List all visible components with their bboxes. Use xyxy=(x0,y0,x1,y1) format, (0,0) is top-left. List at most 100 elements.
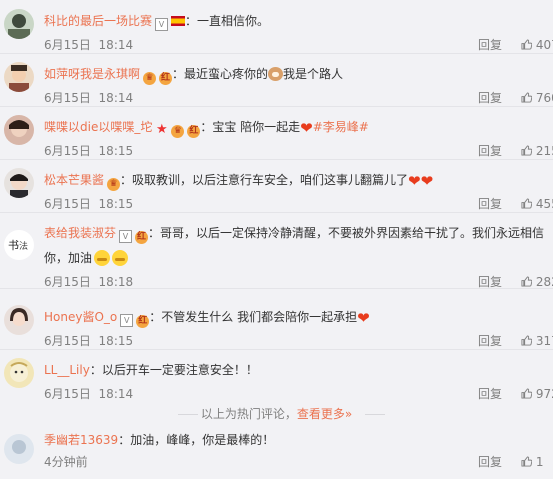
comment-date: 6月15日 xyxy=(44,387,91,401)
comment-text: ：加油，峰峰，你是最棒的！ xyxy=(118,433,275,447)
comment-date: 6月15日 xyxy=(44,38,91,52)
star-icon: ★ xyxy=(156,122,168,137)
username[interactable]: 喋喋以die以喋喋_坨 xyxy=(44,120,152,134)
member-level-icon: ♛ xyxy=(107,178,121,191)
avatar[interactable] xyxy=(4,168,34,198)
heart-emoji: ❤ xyxy=(420,172,434,190)
sweat-emoji xyxy=(94,250,111,266)
like-button[interactable]: 760 xyxy=(521,90,553,106)
hashtag-link[interactable]: #李易峰# xyxy=(313,120,369,134)
username[interactable]: Honey酱O_o xyxy=(44,310,117,324)
username[interactable]: 松本芒果酱 xyxy=(44,173,104,187)
thumb-up-icon xyxy=(521,335,532,346)
like-count: 455 xyxy=(535,197,553,211)
reply-button[interactable]: 回复 xyxy=(478,274,502,290)
divider xyxy=(365,414,385,415)
comment-item: Honey酱O_o V 红：不管发生什么 我们都会陪你一起承担❤ 6月15日 18:… xyxy=(0,296,553,350)
svg-text:书: 书 xyxy=(8,239,19,252)
comment-text-continued: 我是个路人 xyxy=(283,67,344,81)
like-button[interactable]: 282 xyxy=(521,274,553,290)
like-button[interactable]: 317 xyxy=(521,333,553,349)
comment-time: 18:18 xyxy=(98,275,134,289)
username[interactable]: 如萍呀我是永琪啊 xyxy=(44,67,140,81)
username[interactable]: 表给我装淑芬 xyxy=(44,226,116,240)
thumb-up-icon xyxy=(521,198,532,209)
comment-item: 季幽若13639：加油，峰峰，你是最棒的！ 4分钟前 回复 1 xyxy=(0,426,553,479)
comment-text: ：吸取教训，以后注意行车安全，咱们这事儿翻篇儿了 xyxy=(120,173,409,187)
verified-icon: V xyxy=(120,314,134,327)
heart-emoji: ❤ xyxy=(357,309,370,327)
like-button[interactable]: 407 xyxy=(521,37,553,53)
username[interactable]: LL__Lily xyxy=(44,363,90,377)
thumb-up-icon xyxy=(521,92,532,103)
reply-button[interactable]: 回复 xyxy=(478,90,502,106)
username[interactable]: 科比的最后一场比赛 xyxy=(44,14,152,28)
like-count: 317 xyxy=(535,334,553,348)
comment-date: 6月15日 xyxy=(44,197,91,211)
hot-comments-footer: 以上为热门评论，查看更多» xyxy=(0,402,553,426)
reply-button[interactable]: 回复 xyxy=(478,333,502,349)
username[interactable]: 季幽若13639 xyxy=(44,433,118,447)
comment-text-continued: 你，加油 xyxy=(44,251,93,265)
reply-button[interactable]: 回复 xyxy=(478,37,502,53)
comment-item: 书法 表给我装淑芬 V 红：哥哥，以后一定保持冷静清醒，不要被外界因素给干扰了。我们… xyxy=(0,212,553,289)
comment-time: 18:15 xyxy=(98,197,134,211)
like-count: 215 xyxy=(535,144,553,158)
avatar[interactable] xyxy=(4,358,34,388)
thumb-up-icon xyxy=(521,276,532,287)
hong-badge-icon: 红 xyxy=(135,231,149,244)
reply-button[interactable]: 回复 xyxy=(478,143,502,159)
hong-badge-icon: 红 xyxy=(136,315,150,328)
comment-text: ：宝宝 陪你一起走 xyxy=(200,120,301,134)
thumb-up-icon xyxy=(521,145,532,156)
comment-time: 18:14 xyxy=(98,387,134,401)
comment-text: ：不管发生什么 我们都会陪你一起承担 xyxy=(149,310,358,324)
avatar[interactable]: 书法 xyxy=(4,230,34,260)
avatar[interactable] xyxy=(4,9,34,39)
comment-time: 4分钟前 xyxy=(44,455,88,469)
heart-emoji: ❤ xyxy=(300,119,313,137)
divider xyxy=(178,414,198,415)
thumb-up-icon xyxy=(521,39,532,50)
heart-emoji: ❤ xyxy=(408,172,421,190)
spain-flag-icon xyxy=(171,16,186,26)
comment-text: ：一直相信你。 xyxy=(185,14,270,28)
verified-icon: V xyxy=(119,230,133,243)
comment-time: 18:15 xyxy=(98,144,134,158)
like-button[interactable]: 215 xyxy=(521,143,553,159)
like-count: 407 xyxy=(535,38,553,52)
like-count: 1 xyxy=(535,455,544,469)
comment-time: 18:14 xyxy=(98,38,134,52)
reply-button[interactable]: 回复 xyxy=(478,386,502,402)
comment-text: ：最近蛮心疼你的 xyxy=(172,67,269,81)
hong-badge-icon: 红 xyxy=(159,72,173,85)
comment-time: 18:14 xyxy=(98,91,134,105)
comment-item: LL__Lily：以后开车一定要注意安全！！ 6月15日 18:14 回复 97… xyxy=(0,349,553,402)
hot-comments-label: 以上为热门评论， xyxy=(200,407,297,421)
comment-date: 6月15日 xyxy=(44,275,91,289)
like-button[interactable]: 455 xyxy=(521,196,553,212)
sweat-emoji xyxy=(112,250,129,266)
comment-date: 6月15日 xyxy=(44,144,91,158)
view-more-link[interactable]: 查看更多» xyxy=(297,407,352,421)
member-level-icon: ♛ xyxy=(143,72,157,85)
avatar[interactable] xyxy=(4,434,34,464)
avatar[interactable] xyxy=(4,115,34,145)
svg-text:法: 法 xyxy=(19,240,28,252)
comment-text: ：哥哥，以后一定保持冷静清醒，不要被外界因素给干扰了。我们永远相信 xyxy=(148,226,545,240)
comment-text: ：以后开车一定要注意安全！！ xyxy=(89,363,258,377)
avatar[interactable] xyxy=(4,62,34,92)
like-button[interactable]: 1 xyxy=(521,454,543,470)
hong-badge-icon: 红 xyxy=(187,125,201,138)
dog-emoji xyxy=(268,67,284,81)
comment-item: 如萍呀我是永琪啊 ♛ 红：最近蛮心疼你的 我是个路人 6月15日 18:14 回复 7… xyxy=(0,53,553,107)
comment-item: 松本芒果酱 ♛ ：吸取教训，以后注意行车安全，咱们这事儿翻篇儿了❤❤ 6月15日 1… xyxy=(0,159,553,213)
thumb-up-icon xyxy=(521,388,532,399)
comment-item: 科比的最后一场比赛V ：一直相信你。 6月15日 18:14 回复 407 xyxy=(0,0,553,54)
comment-time: 18:15 xyxy=(98,334,134,348)
like-button[interactable]: 972 xyxy=(521,386,553,402)
like-count: 972 xyxy=(535,387,553,401)
reply-button[interactable]: 回复 xyxy=(478,196,502,212)
reply-button[interactable]: 回复 xyxy=(478,454,502,470)
avatar[interactable] xyxy=(4,305,34,335)
